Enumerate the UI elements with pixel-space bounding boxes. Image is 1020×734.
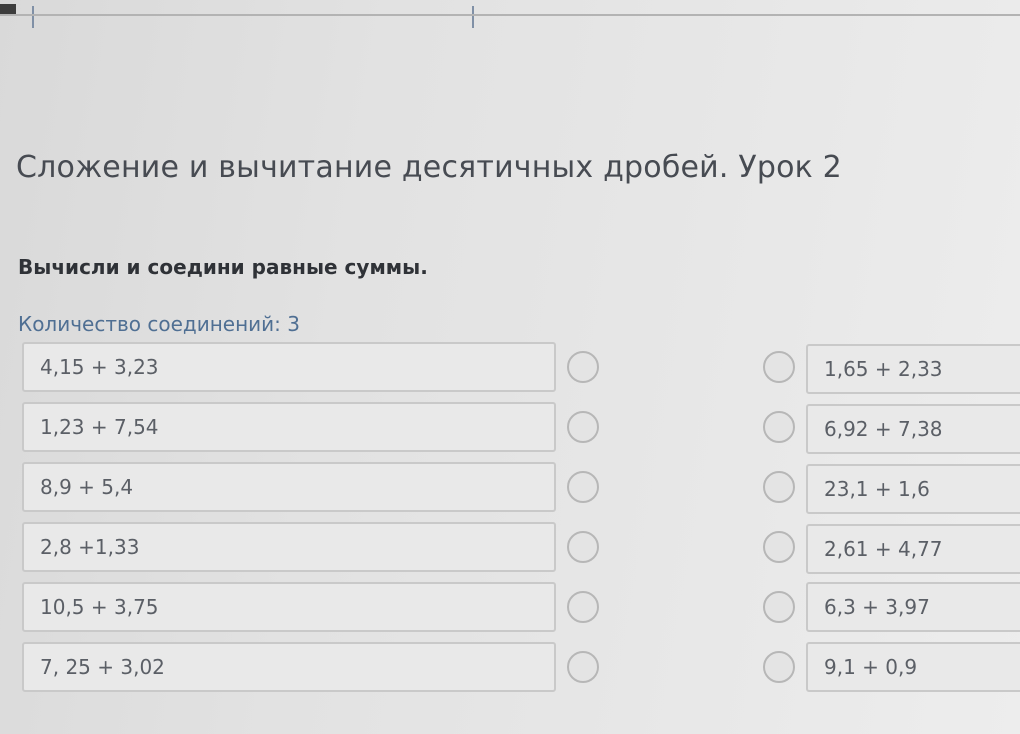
right-connector-circle[interactable] [763,651,795,683]
right-connector-circle[interactable] [763,591,795,623]
left-connector-circle[interactable] [567,351,599,383]
left-connector-circle[interactable] [567,471,599,503]
page-title: Сложение и вычитание десятичных дробей. … [16,150,842,185]
right-connector-circle[interactable] [763,471,795,503]
right-expression-box[interactable]: 6,92 + 7,38 [806,404,1020,454]
right-connector-circle[interactable] [763,531,795,563]
top-bar [0,0,1020,28]
left-expression-box[interactable]: 4,15 + 3,23 [22,342,556,392]
right-expression-box[interactable]: 1,65 + 2,33 [806,344,1020,394]
right-connector-circle[interactable] [763,351,795,383]
left-connector-circle[interactable] [567,411,599,443]
left-connector-circle[interactable] [567,651,599,683]
right-expression-box[interactable]: 2,61 + 4,77 [806,524,1020,574]
right-connector-circle[interactable] [763,411,795,443]
left-expression-box[interactable]: 8,9 + 5,4 [22,462,556,512]
toolbar-bottom-border [0,14,1020,16]
right-expression-box[interactable]: 23,1 + 1,6 [806,464,1020,514]
left-expression-box[interactable]: 1,23 + 7,54 [22,402,556,452]
left-expression-box[interactable]: 10,5 + 3,75 [22,582,556,632]
page: Сложение и вычитание десятичных дробей. … [0,0,1020,734]
left-expression-box[interactable]: 2,8 +1,33 [22,522,556,572]
connections-count: Количество соединений: 3 [18,312,301,336]
task-instruction: Вычисли и соедини равные суммы. [18,255,428,279]
toolbar-divider [32,6,34,28]
left-connector-circle[interactable] [567,531,599,563]
right-expression-box[interactable]: 9,1 + 0,9 [806,642,1020,692]
toolbar-divider [472,6,474,28]
right-expression-box[interactable]: 6,3 + 3,97 [806,582,1020,632]
left-connector-circle[interactable] [567,591,599,623]
left-expression-box[interactable]: 7, 25 + 3,02 [22,642,556,692]
